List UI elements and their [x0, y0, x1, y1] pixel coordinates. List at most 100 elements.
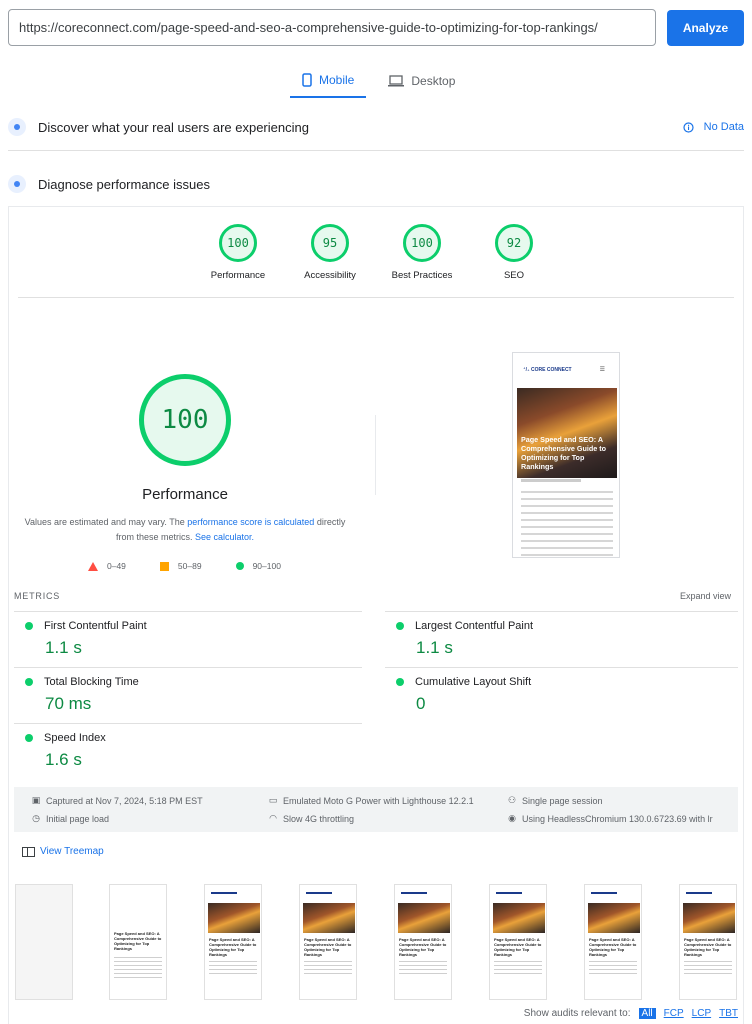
device-tabs: Mobile Desktop [290, 64, 467, 98]
session-info: ⚇ Single page session [507, 795, 603, 806]
frame-title: Page Speed and SEO: A Comprehensive Guid… [494, 937, 542, 957]
metric-first-contentful-paint: First Contentful Paint 1.1 s [25, 620, 365, 658]
score-legend: 0–49 50–89 90–100 [88, 561, 315, 571]
frame-line [399, 961, 447, 962]
runtime-settings [14, 787, 738, 832]
preview-text-line [521, 533, 613, 535]
calendar-icon: ▣ [31, 795, 41, 805]
filmstrip-frame: Page Speed and SEO: A Comprehensive Guid… [489, 884, 547, 1000]
metric-value: 70 ms [45, 694, 92, 713]
audit-filter-label: Show audits relevant to: [523, 1008, 631, 1019]
see-calculator-link[interactable]: See calculator. [195, 532, 254, 542]
preview-text-line [521, 491, 613, 493]
score-value: 95 [311, 224, 349, 262]
tab-mobile[interactable]: Mobile [290, 64, 367, 98]
frame-line [209, 973, 257, 974]
users-icon: ⚇ [507, 795, 517, 805]
url-input[interactable]: https://coreconnect.com/page-speed-and-s… [8, 9, 656, 46]
frame-title: Page Speed and SEO: A Comprehensive Guid… [589, 937, 637, 957]
performance-score-link[interactable]: performance score is calculated [187, 517, 314, 527]
score-gauge-accessibility[interactable]: 95 Accessibility [285, 224, 375, 281]
throttling-info: ◠ Slow 4G throttling [268, 813, 354, 824]
divider [8, 150, 744, 151]
metric-cumulative-layout-shift: Cumulative Layout Shift 0 [396, 676, 736, 714]
analyze-button[interactable]: Analyze [667, 10, 744, 46]
filter-lcp[interactable]: LCP [692, 1008, 711, 1019]
metric-value: 0 [416, 694, 426, 713]
frame-line [589, 973, 637, 974]
pass-circle-icon [25, 678, 33, 686]
frame-line [304, 965, 352, 966]
frame-title: Page Speed and SEO: A Comprehensive Guid… [114, 931, 162, 951]
tab-mobile-label: Mobile [319, 73, 355, 87]
score-label: Performance [210, 270, 266, 281]
score-gauge-seo[interactable]: 92 SEO [469, 224, 559, 281]
filmstrip-frame [15, 884, 73, 1000]
load-text: Initial page load [46, 813, 110, 824]
frame-hero [398, 903, 450, 933]
filter-fcp[interactable]: FCP [664, 1008, 684, 1019]
score-label: Best Practices [391, 270, 453, 281]
average-square-icon [159, 561, 169, 571]
frame-title: Page Speed and SEO: A Comprehensive Guid… [209, 937, 257, 957]
frame-brand [591, 892, 617, 894]
device-info: ▭ Emulated Moto G Power with Lighthouse 1… [268, 795, 474, 806]
frame-line [114, 977, 162, 978]
tab-desktop[interactable]: Desktop [376, 64, 467, 98]
frame-line [304, 961, 352, 962]
frame-brand [401, 892, 427, 894]
no-data-text: No Data [703, 121, 744, 133]
preview-brand: ⁺/₊ CORE CONNECT [523, 367, 572, 373]
filter-all[interactable]: All [638, 1008, 656, 1019]
frame-line [209, 965, 257, 966]
throttling-text: Slow 4G throttling [283, 813, 355, 824]
score-gauge-performance[interactable]: 100 Performance [193, 224, 283, 281]
filmstrip-frame: Page Speed and SEO: A Comprehensive Guid… [109, 884, 167, 1000]
divider [385, 667, 738, 668]
divider [375, 415, 376, 495]
pass-circle-icon [235, 562, 244, 570]
score-value: 100 [403, 224, 441, 262]
divider [385, 611, 738, 612]
frame-line [114, 973, 162, 974]
frame-hero [588, 903, 640, 933]
performance-title: Performance [142, 486, 228, 503]
preview-text-line [521, 526, 613, 528]
captured-info: ▣ Captured at Nov 7, 2024, 5:18 PM EST [31, 795, 203, 806]
divider [14, 723, 362, 724]
frame-hero [303, 903, 355, 933]
frame-line [684, 961, 732, 962]
field-data-title: Discover what your real users are experi… [38, 119, 309, 135]
no-data-link[interactable]: No Data [683, 121, 744, 133]
filmstrip-frame: Page Speed and SEO: A Comprehensive Guid… [584, 884, 642, 1000]
frame-line [589, 965, 637, 966]
preview-text-line [521, 547, 613, 549]
filmstrip-frame: Page Speed and SEO: A Comprehensive Guid… [679, 884, 737, 1000]
score-gauge-best-practices[interactable]: 100 Best Practices [377, 224, 467, 281]
legend-item-pass: 90–100 [235, 561, 281, 571]
frame-line [399, 965, 447, 966]
frame-line [114, 965, 162, 966]
pass-circle-icon [25, 622, 33, 630]
preview-meta [521, 479, 581, 482]
session-text: Single page session [522, 795, 603, 806]
metric-speed-index: Speed Index 1.6 s [25, 732, 365, 770]
captured-text: Captured at Nov 7, 2024, 5:18 PM EST [46, 795, 203, 806]
filter-tbt[interactable]: TBT [719, 1008, 738, 1019]
load-info: ◷ Initial page load [31, 813, 109, 824]
note-text: Values are estimated and may vary. The [24, 517, 188, 527]
metric-name: First Contentful Paint [44, 620, 147, 632]
score-label: SEO [503, 270, 525, 281]
legend-range: 0–49 [107, 561, 126, 571]
metrics-heading: METRICS [14, 591, 61, 601]
frame-line [114, 961, 162, 962]
pass-circle-icon [25, 734, 33, 742]
expand-view-toggle[interactable]: Expand view [680, 591, 731, 601]
view-treemap-button[interactable]: View Treemap [22, 846, 104, 857]
metric-total-blocking-time: Total Blocking Time 70 ms [25, 676, 365, 714]
preview-text-line [521, 519, 613, 521]
frame-line [209, 961, 257, 962]
preview-text-line [521, 505, 613, 507]
score-value: 92 [495, 224, 533, 262]
laptop-icon [388, 75, 405, 87]
